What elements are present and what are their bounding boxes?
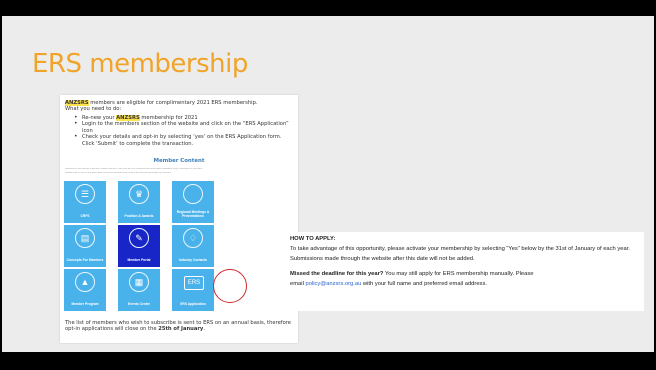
tile-concepts[interactable]: ▤ Concepts For Members [64,225,106,267]
missed-deadline-line: Missed the deadline for this year? You m… [290,269,638,279]
speech-bubble-icon [183,184,203,204]
calendar-icon: ▦ [134,277,144,287]
embedded-website-screenshot: ANZSRS members are eligible for complime… [60,95,298,343]
member-content-title: Member Content [153,158,205,164]
slide: ERS membership ANZSRS members are eligib… [2,16,654,352]
tile-member-program[interactable]: ▲ Member Program [64,269,106,311]
member-content-line: Welcome to the ANZSRS Member Content sec… [65,168,203,170]
tile-label: Position & Awards [124,214,154,219]
email-pre: email [290,281,306,287]
tile-label: CRFS [80,214,90,219]
document-icon: ☰ [80,189,90,199]
graduation-cap-icon: ▲ [80,277,90,287]
intro-text: ANZSRS members are eligible for complime… [65,100,295,113]
email-post: with your full name and preferred email … [361,281,487,287]
step-1-pre: Re-new your [82,115,117,121]
member-content-line: Please click on one of the tiles below t… [65,172,172,174]
highlight-ring-annotation [213,269,247,303]
intro-rest: members are eligible for complimentary 2… [88,100,258,106]
tile-label: Concepts For Members [66,258,104,263]
book-icon: ▤ [80,233,90,243]
missed-deadline-bold: Missed the deadline for this year? [290,271,384,277]
ers-logo-icon: ERS [184,276,204,290]
step-1-post: membership for 2021 [139,115,198,121]
email-line: email policy@anzsrs.org.au with your ful… [290,279,638,289]
slide-title: ERS membership [32,49,248,79]
how-to-apply-heading: HOW TO APPLY: [290,236,336,242]
tile-label: Industry Contacts [178,258,208,263]
tile-ers-application[interactable]: ERS ERS Application [172,269,214,311]
outro-text: The list of members who wish to subscrib… [65,320,295,333]
list-item: Check your details and opt-in by selecti… [74,134,292,147]
tile-regional-meetings[interactable]: Regional Meetings & Presentations [172,181,214,223]
lightbulb-icon: ♢ [188,233,198,243]
how-to-apply-body: To take advantage of this opportunity, p… [290,246,630,262]
tile-industry-contacts[interactable]: ♢ Industry Contacts [172,225,214,267]
tile-label: Regional Meetings & Presentations [176,210,210,219]
tile-position-awards[interactable]: ♛ Position & Awards [118,181,160,223]
pen-icon: ✎ [135,233,143,243]
how-to-apply-box: HOW TO APPLY: To take advantage of this … [284,232,644,311]
tile-label: Events Centre [127,302,151,307]
missed-deadline-rest: You may still apply for ERS membership m… [383,271,534,277]
outro-date: 25th of January [158,326,204,333]
tile-events-centre[interactable]: ▦ Events Centre [118,269,160,311]
intro-line2: What you need to do: [65,106,122,113]
tile-label: ERS Application [180,302,206,307]
tile-label: Member Portal [127,258,151,263]
tile-label: Member Program [71,302,99,307]
list-item: Login to the members section of the webs… [74,121,292,134]
tile-member-portal[interactable]: ✎ Member Portal [118,225,160,267]
outro-end: . [203,326,205,333]
highlighted-org: ANZSRS [116,115,140,121]
steps-list: Re-new your ANZSRS membership for 2021 L… [74,115,292,147]
email-link[interactable]: policy@anzsrs.org.au [305,281,361,287]
award-icon: ♛ [134,189,144,199]
tile-crfs[interactable]: ☰ CRFS [64,181,106,223]
highlighted-org: ANZSRS [65,100,89,106]
